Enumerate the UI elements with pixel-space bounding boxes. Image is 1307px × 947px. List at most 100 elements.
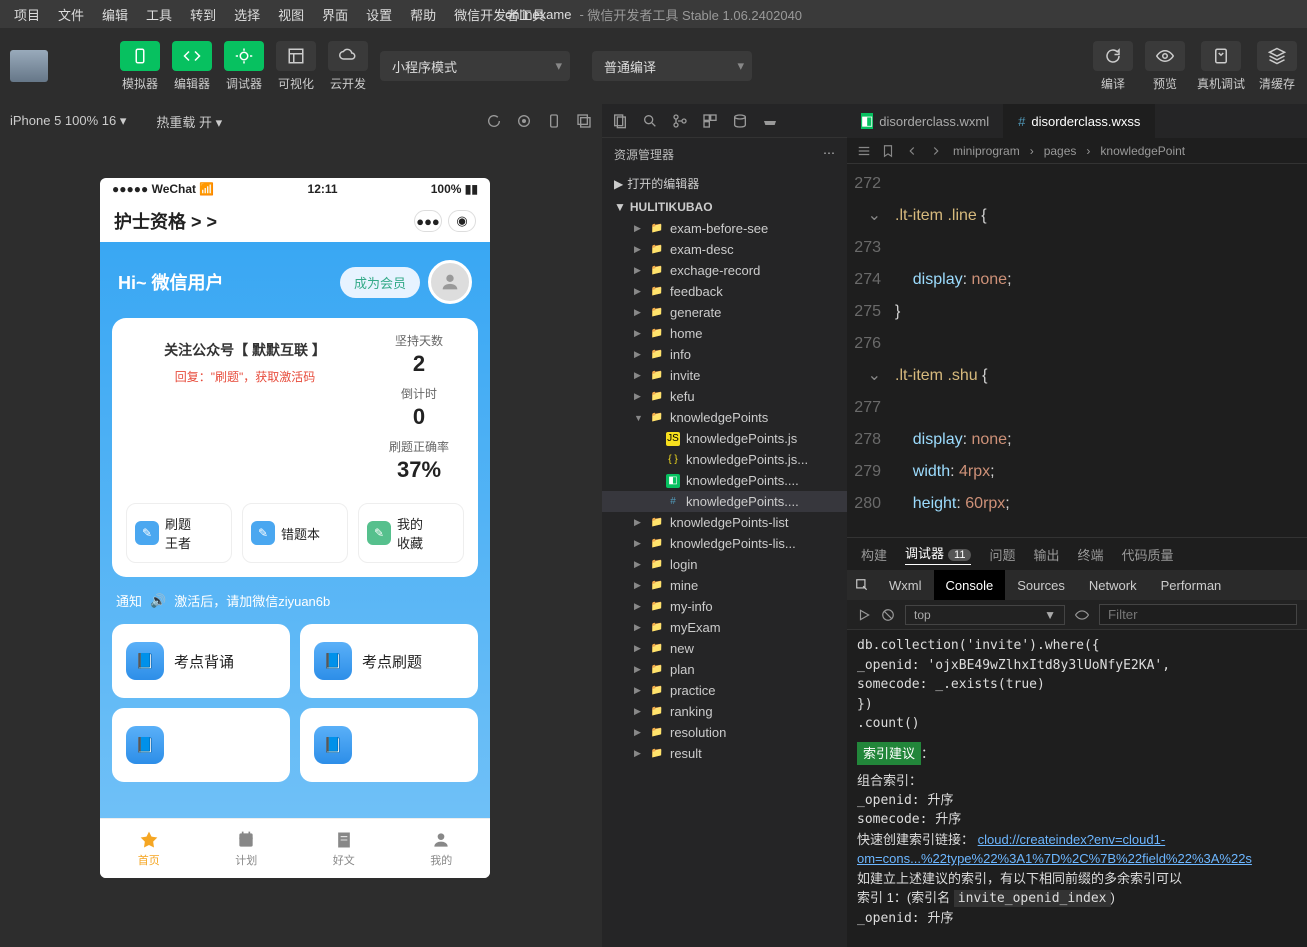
bookmark-icon[interactable]	[881, 144, 895, 158]
devtab-wxml[interactable]: Wxml	[877, 570, 934, 600]
tree-node[interactable]: ▶📁new	[602, 638, 847, 659]
create-index-link-2[interactable]: om=cons...%22type%22%3A1%7D%2C%7B%22fiel…	[857, 851, 1252, 866]
tree-node[interactable]: ▶📁ranking	[602, 701, 847, 722]
menu-tools[interactable]: 工具	[138, 2, 180, 27]
tree-node[interactable]: ▶📁login	[602, 554, 847, 575]
tree-file[interactable]: JSknowledgePoints.js	[602, 428, 847, 449]
quick-action[interactable]: ✎我的收藏	[358, 503, 464, 563]
tree-node[interactable]: ▶📁info	[602, 344, 847, 365]
editor-tab[interactable]: #disorderclass.wxss	[1004, 104, 1155, 138]
tree-file[interactable]: #knowledgePoints....	[602, 491, 847, 512]
docker-icon[interactable]	[762, 113, 778, 129]
capsule-close-icon[interactable]: ◉	[448, 210, 476, 232]
simulator-button[interactable]: 模拟器	[120, 41, 160, 92]
member-button[interactable]: 成为会员	[340, 267, 420, 298]
tree-node[interactable]: ▶📁home	[602, 323, 847, 344]
feature-card[interactable]: 📘	[300, 708, 478, 782]
menu-help[interactable]: 帮助	[402, 2, 444, 27]
panel-tab[interactable]: 构建	[861, 545, 887, 564]
menu-devtools[interactable]: 微信开发者工具	[446, 2, 553, 27]
db-icon[interactable]	[732, 113, 748, 129]
crumb[interactable]: miniprogram	[953, 144, 1020, 158]
eye-icon[interactable]	[1075, 608, 1089, 622]
phone-simulator[interactable]: ●●●●● WeChat ⁠📶 12:11 100% ▮▮ 护士资格 > > ●…	[100, 178, 490, 878]
tree-node[interactable]: ▶📁generate	[602, 302, 847, 323]
avatar[interactable]	[428, 260, 472, 304]
search-icon[interactable]	[642, 113, 658, 129]
editor-button[interactable]: 编辑器	[172, 41, 212, 92]
editor-tab[interactable]: ◧disorderclass.wxml	[847, 104, 1004, 138]
project-thumbnail[interactable]	[10, 50, 48, 82]
quick-action[interactable]: ✎错题本	[242, 503, 348, 563]
preview-button[interactable]: 预览	[1145, 41, 1185, 92]
context-select[interactable]: top▼	[905, 605, 1065, 625]
tree-node[interactable]: ▶📁knowledgePoints-list	[602, 512, 847, 533]
compile-button[interactable]: 编译	[1093, 41, 1133, 92]
tree-file[interactable]: { }knowledgePoints.js...	[602, 449, 847, 470]
phone-tab[interactable]: 计划	[198, 819, 296, 878]
tree-node[interactable]: ▶📁exam-desc	[602, 239, 847, 260]
panel-tab[interactable]: 终端	[1077, 545, 1103, 564]
mode-dropdown[interactable]: 小程序模式	[380, 51, 570, 81]
devtab-performance[interactable]: Performan	[1149, 570, 1234, 600]
device-icon[interactable]	[546, 113, 562, 129]
console-filter[interactable]	[1099, 604, 1297, 625]
visual-button[interactable]: 可视化	[276, 41, 316, 92]
tree-node[interactable]: ▶📁plan	[602, 659, 847, 680]
feature-card[interactable]: 📘	[112, 708, 290, 782]
menu-edit[interactable]: 编辑	[94, 2, 136, 27]
tree-node[interactable]: ▶📁result	[602, 743, 847, 764]
tree-node[interactable]: ▶📁knowledgePoints-lis...	[602, 533, 847, 554]
feature-card[interactable]: 📘考点刷题	[300, 624, 478, 698]
hot-reload-toggle[interactable]: 热重载 开 ▾	[156, 112, 222, 131]
play-icon[interactable]	[857, 608, 871, 622]
menu-file[interactable]: 文件	[50, 2, 92, 27]
create-index-link[interactable]: cloud://createindex?env=cloud1-	[978, 832, 1166, 847]
tree-node[interactable]: ▶📁myExam	[602, 617, 847, 638]
tree-node[interactable]: ▶📁feedback	[602, 281, 847, 302]
tree-file[interactable]: ◧knowledgePoints....	[602, 470, 847, 491]
tree-node[interactable]: ▶📁practice	[602, 680, 847, 701]
code-area[interactable]: 272⌄ 273.lt-item .line {274 display: non…	[847, 164, 1307, 537]
tree-node[interactable]: ▶📁my-info	[602, 596, 847, 617]
phone-tab[interactable]: 好文	[295, 819, 393, 878]
files-icon[interactable]	[612, 113, 628, 129]
menu-project[interactable]: 项目	[6, 2, 48, 27]
forward-icon[interactable]	[929, 144, 943, 158]
ext-icon[interactable]	[702, 113, 718, 129]
menu-view[interactable]: 视图	[270, 2, 312, 27]
panel-tab[interactable]: 问题	[989, 545, 1015, 564]
popout-icon[interactable]	[576, 113, 592, 129]
git-icon[interactable]	[672, 113, 688, 129]
back-icon[interactable]	[905, 144, 919, 158]
more-icon[interactable]: ⋯	[823, 146, 835, 163]
debugger-button[interactable]: 调试器	[224, 41, 264, 92]
devtab-sources[interactable]: Sources	[1005, 570, 1077, 600]
phone-tab[interactable]: 我的	[393, 819, 491, 878]
tree-node[interactable]: ▶📁resolution	[602, 722, 847, 743]
list-icon[interactable]	[857, 144, 871, 158]
tree-node[interactable]: ▶📁mine	[602, 575, 847, 596]
cloud-button[interactable]: 云开发	[328, 41, 368, 92]
compile-mode-dropdown[interactable]: 普通编译	[592, 51, 752, 81]
open-editors-section[interactable]: ▶打开的编辑器	[602, 171, 847, 196]
device-selector[interactable]: iPhone 5 100% 16 ▾	[10, 113, 126, 129]
phone-tab[interactable]: 首页	[100, 819, 198, 878]
tree-node[interactable]: ▶📁exchage-record	[602, 260, 847, 281]
menu-ui[interactable]: 界面	[314, 2, 356, 27]
inspect-icon[interactable]	[855, 578, 869, 592]
quick-action[interactable]: ✎刷题王者	[126, 503, 232, 563]
ban-icon[interactable]	[881, 608, 895, 622]
reload-icon[interactable]	[486, 113, 502, 129]
tree-node[interactable]: ▶📁exam-before-see	[602, 218, 847, 239]
menu-select[interactable]: 选择	[226, 2, 268, 27]
capsule-more-icon[interactable]: ●●●	[414, 210, 442, 232]
panel-tab[interactable]: 调试器11	[905, 543, 971, 565]
menu-goto[interactable]: 转到	[182, 2, 224, 27]
crumb[interactable]: knowledgePoint	[1100, 144, 1185, 158]
record-icon[interactable]	[516, 113, 532, 129]
clear-cache-button[interactable]: 清缓存	[1257, 41, 1297, 92]
devtab-console[interactable]: Console	[934, 570, 1006, 600]
tree-node[interactable]: ▶📁kefu	[602, 386, 847, 407]
panel-tab[interactable]: 输出	[1033, 545, 1059, 564]
